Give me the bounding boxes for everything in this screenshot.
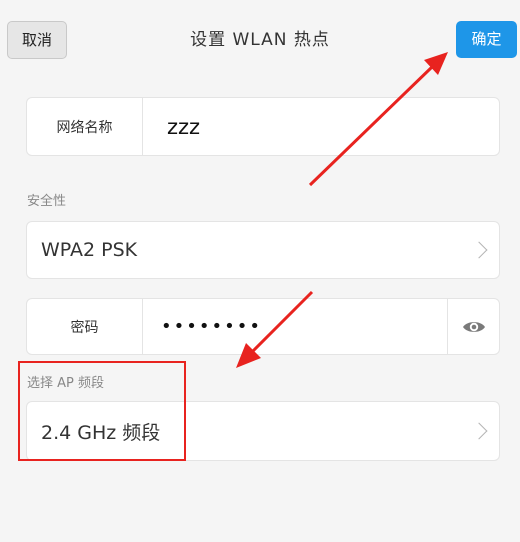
security-section-label: 安全性 <box>27 194 67 209</box>
network-name-label: 网络名称 <box>27 98 143 155</box>
ap-band-select[interactable]: 2.4 GHz 频段 <box>26 401 500 461</box>
password-input[interactable]: •••••••• <box>161 299 262 354</box>
security-select[interactable]: WPA2 PSK <box>26 221 500 279</box>
password-label: 密码 <box>27 299 143 354</box>
password-field[interactable]: 密码 •••••••• <box>26 298 500 355</box>
page-title: 设置 WLAN 热点 <box>190 30 330 50</box>
security-value: WPA2 PSK <box>41 239 138 261</box>
top-bar: 取消 设置 WLAN 热点 确定 <box>0 0 520 78</box>
cancel-button[interactable]: 取消 <box>7 21 67 59</box>
ap-band-section-label: 选择 AP 频段 <box>27 376 104 391</box>
network-name-input[interactable]: zzz <box>167 98 200 155</box>
eye-icon <box>462 321 485 332</box>
confirm-button[interactable]: 确定 <box>456 21 517 58</box>
network-name-field[interactable]: 网络名称 zzz <box>26 97 500 156</box>
chevron-right-icon <box>470 241 488 259</box>
chevron-right-icon <box>470 422 488 440</box>
show-password-button[interactable] <box>447 299 499 354</box>
ap-band-value: 2.4 GHz 频段 <box>41 421 161 444</box>
